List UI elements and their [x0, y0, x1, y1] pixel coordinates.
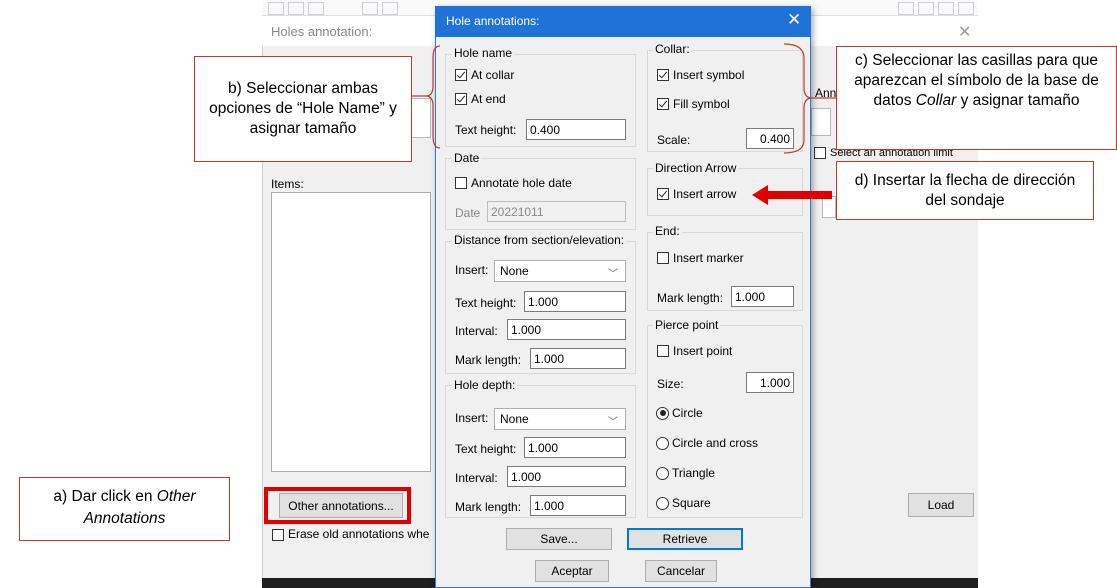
callout-a-text: a) Dar click en — [53, 488, 153, 505]
callout-c-suffix: y asignar tamaño — [960, 92, 1080, 109]
callout-d: d) Insertar la flecha de dirección del s… — [836, 161, 1094, 220]
callout-a: a) Dar click en Other Annotations — [19, 477, 230, 541]
red-arrow-icon — [752, 185, 832, 205]
callout-c: c) Seleccionar las casillas para que apa… — [836, 46, 1117, 150]
collar-bracket — [783, 43, 813, 154]
callout-c-italic: Collar — [915, 92, 957, 109]
hole-name-bracket — [425, 45, 441, 149]
callout-b: b) Seleccionar ambas opciones de “Hole N… — [194, 56, 412, 162]
